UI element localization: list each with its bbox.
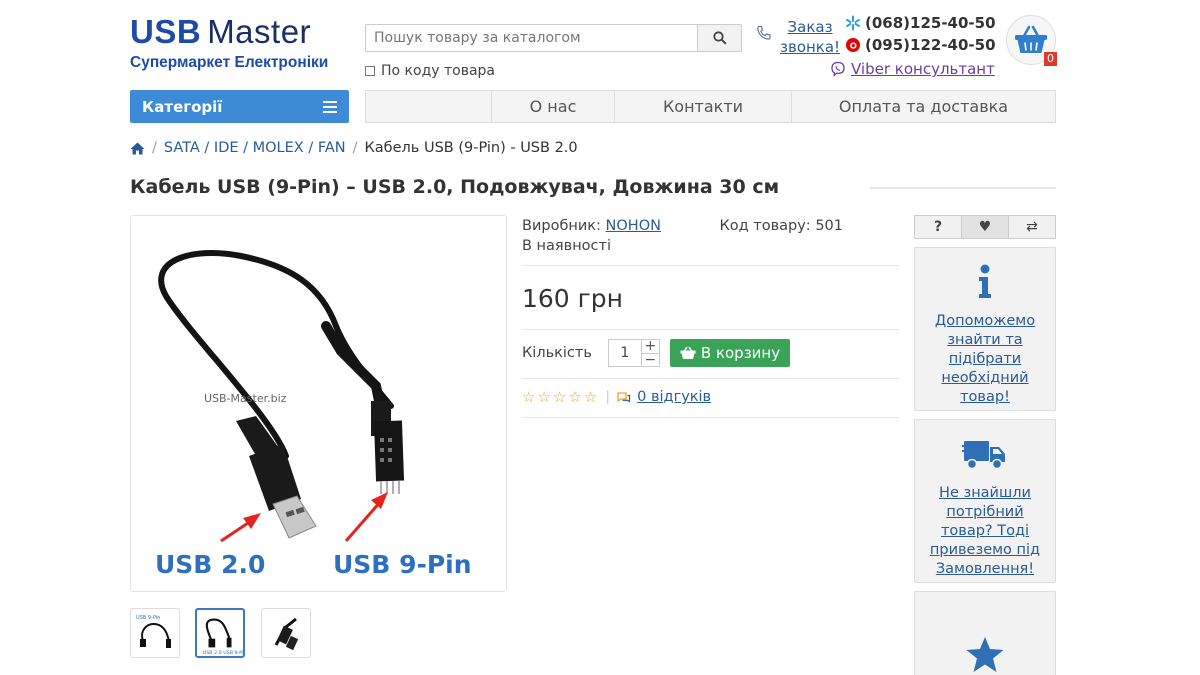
rating-separator: | — [605, 389, 611, 405]
product-code-value: 501 — [815, 218, 843, 234]
image-watermark: USB-Master.biz — [204, 392, 287, 405]
compare-arrows-icon: ⇄ — [1026, 219, 1038, 235]
rating-stars[interactable]: ☆☆☆☆☆ — [522, 388, 599, 406]
search-by-code-option[interactable]: По коду товара — [365, 63, 495, 79]
product-info: Виробник: NOHON Код товару: 501 В наявно… — [522, 216, 899, 418]
cart-count-badge: 0 — [1044, 52, 1057, 66]
callback-line1: Заказ — [787, 18, 833, 36]
categories-button[interactable]: Категорії — [130, 90, 349, 123]
image-label-usb20: USB 2.0 — [155, 550, 265, 579]
title-divider — [870, 187, 1056, 189]
menu-item-about[interactable]: О нас — [491, 91, 614, 122]
order-box[interactable]: Не знайшли потрібний товар? Тоді привезе… — [914, 419, 1056, 583]
product-thumbnail-active[interactable]: USB 2.0 USB 9-Pin — [195, 608, 245, 658]
basket-icon — [1015, 25, 1047, 53]
phone-number-2: (095)122-40-50 — [865, 36, 996, 54]
product-code-label: Код товару: — [719, 218, 811, 234]
help-text: Допоможемо знайти та підібрати необхідни… — [934, 313, 1036, 405]
vodafone-icon — [846, 38, 860, 52]
quantity-label: Кількість — [522, 345, 592, 361]
add-to-cart-button[interactable]: В корзину — [669, 339, 791, 367]
viber-icon — [831, 61, 845, 77]
basket-icon — [680, 346, 696, 359]
callback-line2: звонка! — [780, 38, 841, 56]
info-icon — [979, 264, 991, 298]
star-icon — [966, 637, 1004, 672]
manufacturer-link[interactable]: NOHON — [606, 218, 661, 234]
callback-link[interactable]: Заказ звонка! — [756, 17, 840, 57]
kyivstar-icon — [846, 15, 860, 31]
site-logo[interactable]: USB Master Супермаркет Електроніки — [130, 14, 350, 72]
product-thumbnail[interactable] — [261, 608, 311, 658]
thumbnail-image: USB 9-Pin — [136, 615, 171, 648]
viber-link[interactable]: Viber консультант — [830, 60, 995, 78]
phone-icon — [757, 25, 771, 40]
search-by-code-label: По коду товара — [381, 63, 495, 79]
svg-text:USB 9-Pin: USB 9-Pin — [136, 615, 160, 621]
thumbnail-image: USB 2.0 USB 9-Pin — [203, 618, 243, 656]
search-icon — [712, 31, 727, 45]
rating-row: ☆☆☆☆☆ | 0 відгуків — [522, 379, 899, 417]
menu-spacer — [366, 91, 491, 122]
product-main-image[interactable]: USB-Master.biz USB 2.0 USB 9-Pin — [130, 215, 507, 592]
cart-button[interactable]: 0 — [1006, 15, 1057, 66]
categories-label: Категорії — [142, 97, 223, 116]
search-input[interactable] — [366, 25, 697, 51]
menu-item-contacts[interactable]: Контакти — [614, 91, 791, 122]
product-thumbnail[interactable]: USB 9-Pin — [130, 608, 180, 658]
availability-status: В наявності — [522, 238, 611, 254]
wishlist-button[interactable]: ♥ — [961, 216, 1008, 238]
top-menu: О нас Контакти Оплата та доставка — [365, 90, 1056, 123]
breadcrumb-separator: / — [152, 140, 157, 156]
manufacturer-label: Виробник: — [522, 218, 601, 234]
phone-vodafone[interactable]: (095)122-40-50 — [845, 34, 996, 56]
order-text: Не знайшли потрібний товар? Тоді привезе… — [929, 485, 1041, 577]
product-tools: ? ♥ ⇄ — [914, 215, 1056, 239]
featured-box[interactable] — [914, 591, 1056, 675]
logo-subtitle: Супермаркет Електроніки — [130, 54, 329, 71]
purchase-row: Кількість 1 + − В корзину — [522, 330, 899, 378]
search-by-code-checkbox[interactable] — [365, 66, 375, 76]
product-photo: USB-Master.biz USB 2.0 USB 9-Pin — [155, 250, 472, 579]
logo-master-text: Master — [207, 13, 312, 50]
home-icon[interactable] — [130, 142, 145, 155]
menu-item-payment-delivery[interactable]: Оплата та доставка — [791, 91, 1055, 122]
add-to-cart-label: В корзину — [700, 344, 781, 362]
product-code: Код товару: 501 — [719, 216, 843, 236]
help-box[interactable]: Допоможемо знайти та підібрати необхідни… — [914, 247, 1056, 411]
phone-kyivstar[interactable]: (068)125-40-50 — [845, 12, 996, 34]
question-button[interactable]: ? — [915, 216, 961, 238]
logo-wordmark: USB Master — [130, 14, 350, 50]
info-divider — [522, 417, 899, 418]
image-label-usb9pin: USB 9-Pin — [333, 550, 472, 579]
viber-label: Viber консультант — [851, 60, 995, 78]
hamburger-icon — [323, 100, 337, 113]
breadcrumb-separator: / — [352, 140, 358, 156]
breadcrumb-current: Кабель USB (9-Pin) - USB 2.0 — [364, 140, 578, 156]
quantity-stepper-buttons: + − — [641, 339, 660, 367]
product-meta-row: Виробник: NOHON Код товару: 501 — [522, 216, 899, 236]
quantity-input[interactable]: 1 — [607, 339, 642, 367]
svg-text:USB 2.0 USB 9-Pin: USB 2.0 USB 9-Pin — [203, 650, 243, 656]
logo-usb-text: USB — [130, 13, 202, 50]
quantity-stepper: 1 + − — [607, 339, 660, 367]
quantity-decrease-button[interactable]: − — [641, 353, 659, 367]
callback-text: Заказ звонка! — [780, 17, 840, 57]
heart-icon: ♥ — [978, 219, 992, 235]
compare-button[interactable]: ⇄ — [1008, 216, 1055, 238]
reviews-link[interactable]: 0 відгуків — [637, 389, 711, 405]
phone-number-1: (068)125-40-50 — [865, 14, 996, 32]
question-icon: ? — [933, 219, 943, 235]
search-button[interactable] — [697, 25, 741, 51]
thumbnail-image — [274, 617, 299, 651]
product-price: 160 грн — [522, 284, 624, 313]
product-title: Кабель USB (9-Pin) – USB 2.0, Подовжувач… — [130, 176, 780, 198]
delivery-truck-icon — [962, 441, 1005, 470]
breadcrumb: / SATA / IDE / MOLEX / FAN / Кабель USB … — [130, 140, 578, 156]
manufacturer: Виробник: NOHON — [522, 216, 661, 236]
search-bar — [365, 24, 742, 52]
phone-numbers: (068)125-40-50 (095)122-40-50 — [845, 12, 996, 56]
breadcrumb-category[interactable]: SATA / IDE / MOLEX / FAN — [164, 140, 346, 156]
comments-icon — [617, 391, 631, 403]
